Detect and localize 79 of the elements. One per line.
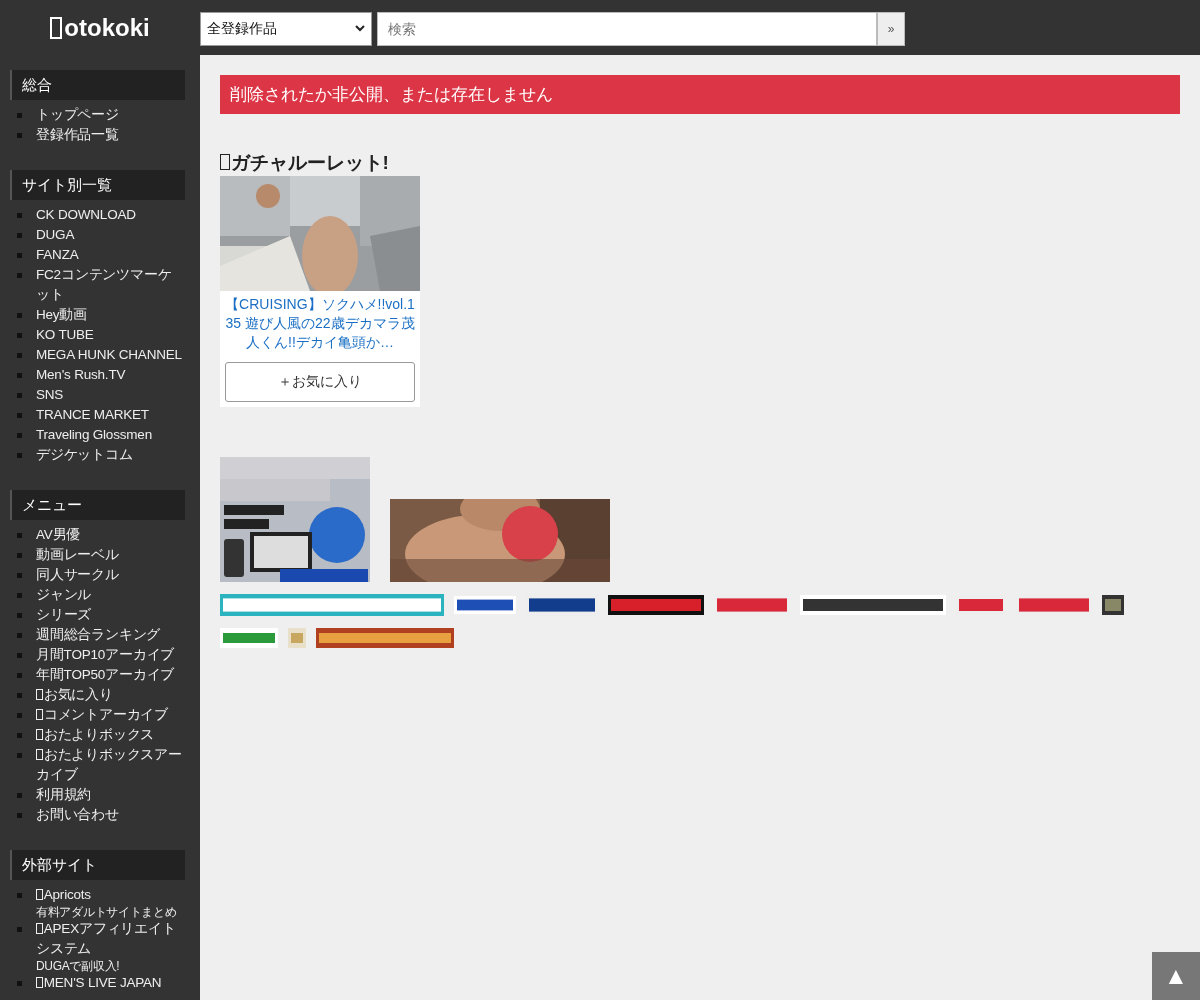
search-button[interactable]: » [877,11,905,46]
section-heading: 外部サイト [10,850,185,880]
sidebar-link[interactable]: KO TUBE [36,325,185,345]
bullet-icon [17,713,22,718]
sidebar-link[interactable]: FANZA [36,245,185,265]
sidebar-link[interactable]: AV男優 [36,525,185,545]
bullet-icon [17,733,22,738]
bullet-icon [17,133,22,138]
section-heading: 総合 [10,70,185,100]
sidebar-link[interactable]: 登録作品一覧 [36,125,185,145]
sidebar-link[interactable]: コメントアーカイブ [36,705,185,725]
sidebar-link[interactable]: トップページ [36,105,185,125]
bullet-icon [17,273,22,278]
bullet-icon [17,373,22,378]
sidebar-link[interactable]: 同人サークル [36,565,185,585]
sidebar-link[interactable]: お問い合わせ [36,805,185,825]
sidebar-link[interactable]: おたよりボックス [36,725,185,745]
bullet-icon [17,673,22,678]
sidebar-link[interactable]: 動画レーベル [36,545,185,565]
sidebar-link[interactable]: 利用規約 [36,785,185,805]
bullet-icon [17,213,22,218]
sidebar-link[interactable]: Hey動画 [36,305,185,325]
category-select[interactable]: 全登録作品 [200,11,372,46]
bullet-icon [17,893,22,898]
sidebar-link[interactable]: Traveling Glossmen [36,425,185,445]
bullet-icon [17,813,22,818]
error-alert: 削除されたか非公開、または存在しません [220,75,1180,114]
video-title-link[interactable]: 【CRUISING】ソクハメ!!vol.135 遊び人風の22歳デカマラ茂人くん!!デカイ亀頭か… [220,291,420,352]
sidebar-link[interactable]: お気に入り [36,685,185,705]
sidebar-link[interactable]: Men's Rush.TV [36,365,185,385]
bullet-icon [17,333,22,338]
bullet-icon [17,233,22,238]
favorite-button[interactable]: ＋お気に入り [225,362,415,402]
sidebar-link[interactable]: Apricots [36,885,185,905]
logo-text: otokoki [64,13,150,42]
sidebar-link[interactable]: 年間TOP50アーカイブ [36,665,185,685]
bullet-icon [17,413,22,418]
sidebar-link[interactable]: DUGA [36,225,185,245]
bullet-icon [17,113,22,118]
chevron-down-icon [355,25,365,32]
section-heading: サイト別一覧 [10,170,185,200]
sidebar-link[interactable]: SNS [36,385,185,405]
bullet-icon [17,653,22,658]
bullet-icon [17,453,22,458]
bullet-icon [17,553,22,558]
sidebar-link[interactable]: 月間TOP10アーカイブ [36,645,185,665]
sidebar-link[interactable]: MEN'S LIVE JAPAN [36,973,185,993]
sidebar-link[interactable]: TRANCE MARKET [36,405,185,425]
bullet-icon [17,793,22,798]
bullet-icon [17,313,22,318]
bullet-icon [17,353,22,358]
bullet-icon [17,533,22,538]
sidebar-link[interactable]: シリーズ [36,605,185,625]
sidebar-link[interactable]: ジャンル [36,585,185,605]
sidebar-link[interactable]: おたよりボックスアーカイブ [36,745,185,785]
sidebar-link[interactable]: 週間総合ランキング [36,625,185,645]
sidebar-link[interactable]: CK DOWNLOAD [36,205,185,225]
section-heading: メニュー [10,490,185,520]
bullet-icon [17,981,22,986]
bullet-icon [17,393,22,398]
sidebar-link[interactable]: APEXアフィリエイトシステム [36,919,185,959]
bullet-icon [17,433,22,438]
scroll-to-top-button[interactable]: ▲ [1152,952,1200,1000]
bullet-icon [17,573,22,578]
bullet-icon [17,593,22,598]
bullet-icon [17,633,22,638]
bullet-icon [17,693,22,698]
link-caption: 有料アダルトサイトまとめ [36,905,178,919]
link-caption: DUGAで副収入! [36,959,121,973]
sidebar-link[interactable]: FC2コンテンツマーケット [36,265,185,305]
bullet-icon [17,927,22,932]
bullet-icon [17,613,22,618]
bullet-icon [17,753,22,758]
sidebar-link[interactable]: デジケットコム [36,445,185,465]
bullet-icon [17,253,22,258]
site-logo[interactable]: otokoki [0,0,200,55]
sidebar-link[interactable]: MEGA HUNK CHANNEL [36,345,185,365]
section-title: ガチャルーレット! [220,150,389,176]
search-field[interactable]: 検索 [377,11,877,46]
